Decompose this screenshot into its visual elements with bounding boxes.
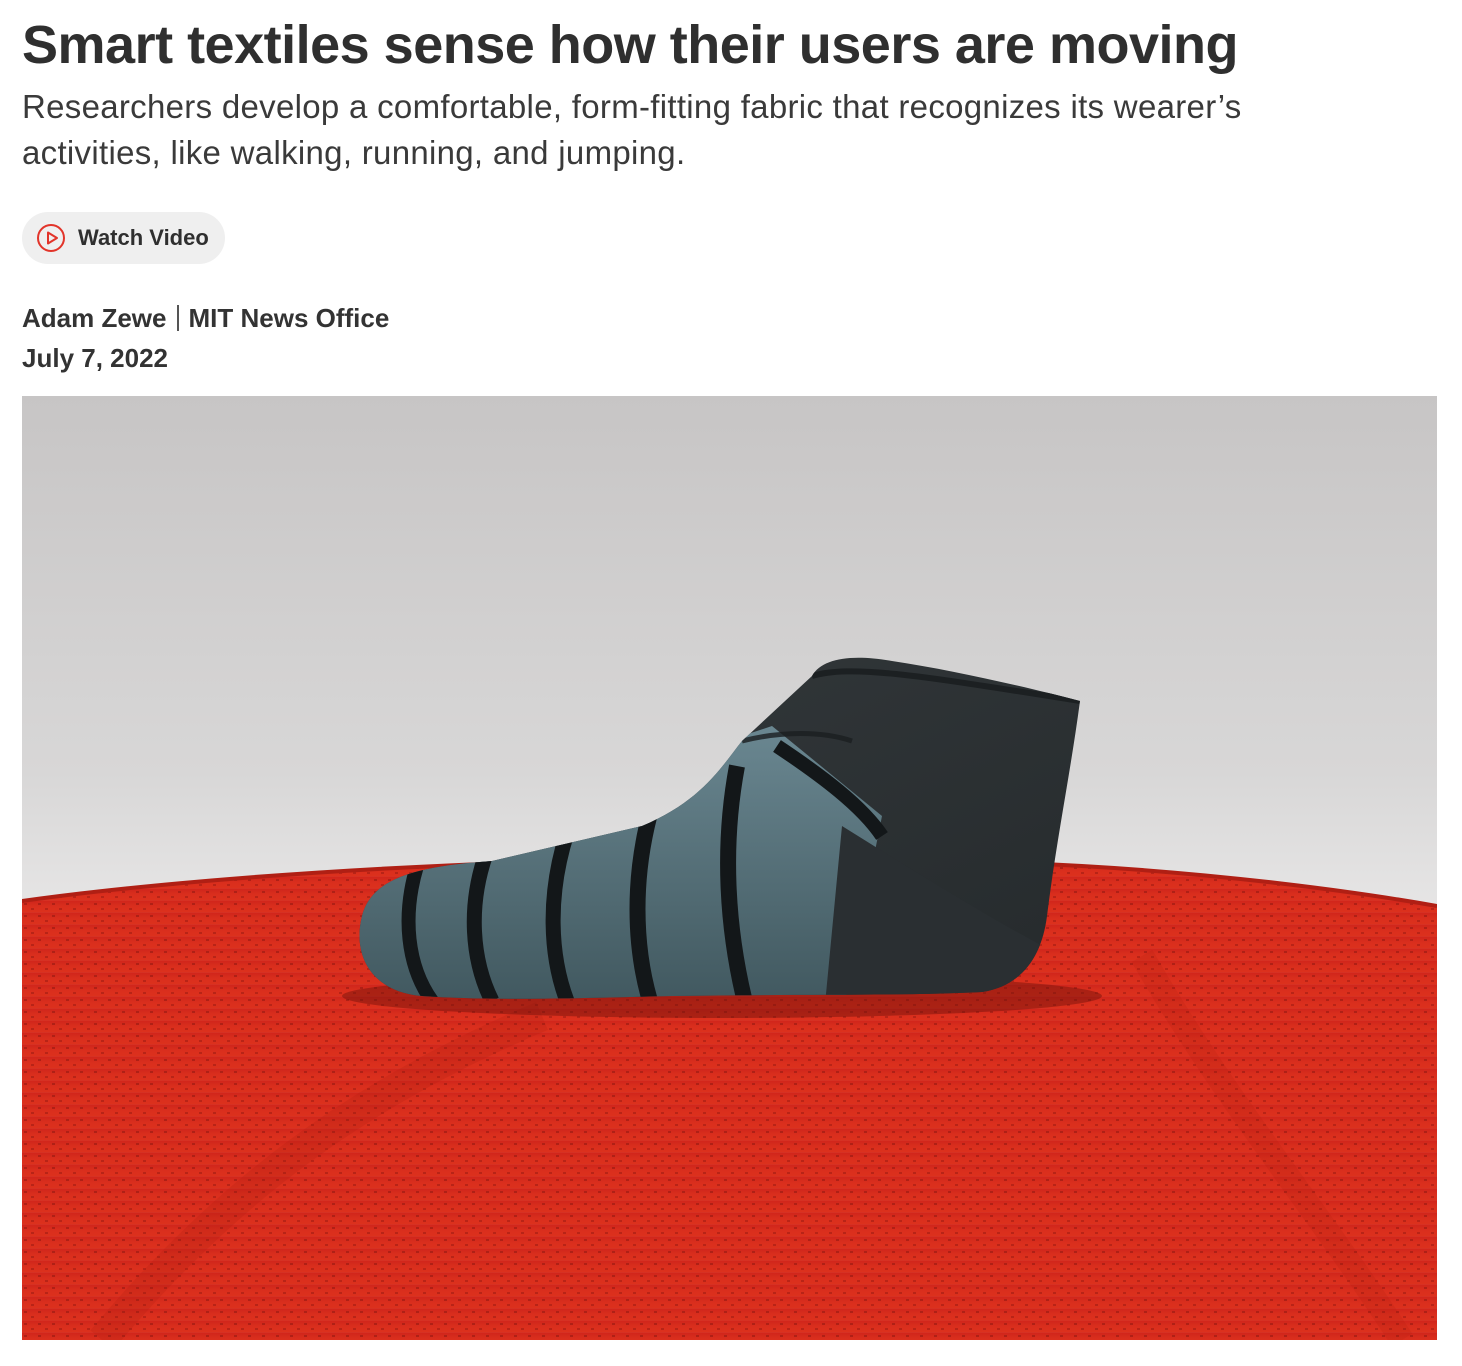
byline-divider (176, 305, 179, 331)
author-name[interactable]: Adam Zewe (22, 298, 167, 338)
publish-date: July 7, 2022 (22, 343, 168, 373)
play-circle-icon (36, 223, 66, 253)
sock-on-red-textile-image (22, 396, 1437, 1340)
article-headline: Smart textiles sense how their users are… (22, 15, 1238, 75)
hero-image (22, 396, 1437, 1340)
news-source[interactable]: MIT News Office (189, 298, 390, 338)
article-header: Smart textiles sense how their users are… (22, 0, 1440, 378)
watch-video-button[interactable]: Watch Video (22, 212, 225, 264)
byline: Adam Zewe MIT News Office (22, 298, 1440, 338)
article-dek: Researchers develop a comfortable, form-… (22, 88, 1242, 171)
watch-video-label: Watch Video (78, 225, 209, 250)
